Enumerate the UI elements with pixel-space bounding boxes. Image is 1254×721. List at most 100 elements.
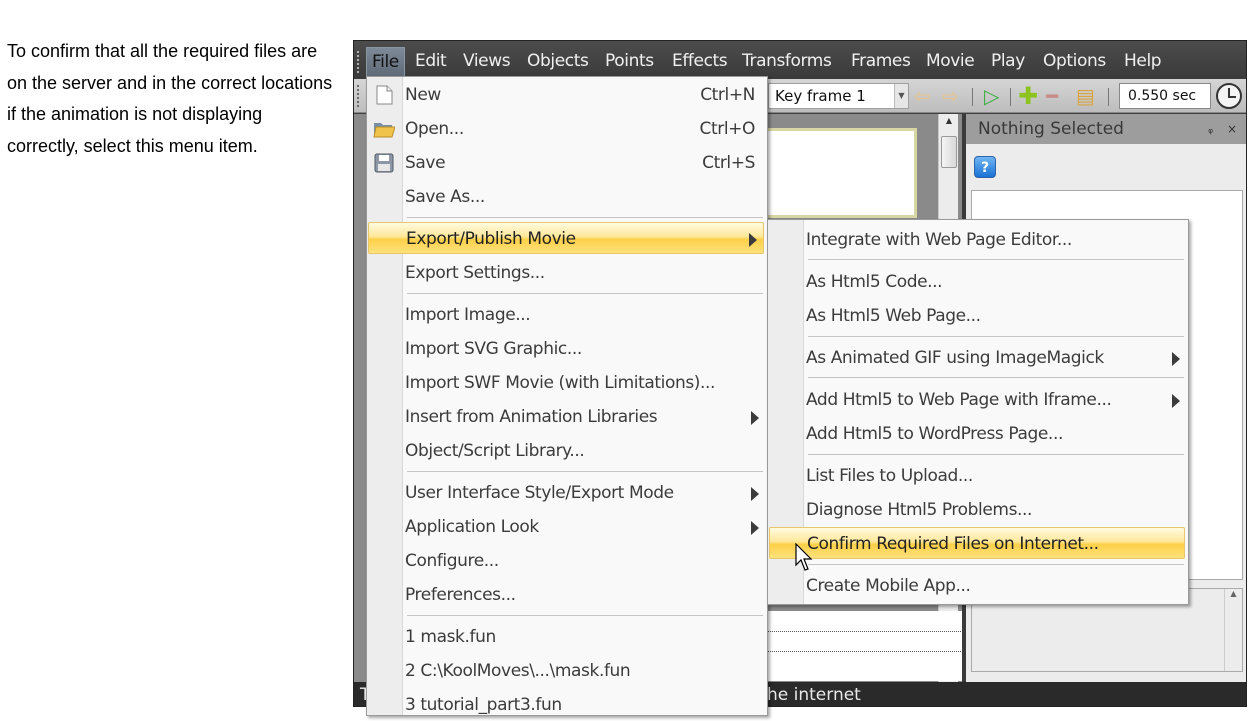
- menu-item-application-look[interactable]: Application Look: [369, 511, 765, 543]
- menu-item-preferences[interactable]: Preferences...: [369, 579, 765, 611]
- menu-objects[interactable]: Objects: [522, 47, 593, 77]
- menu-item-html5-web-page[interactable]: As Html5 Web Page...: [770, 300, 1186, 332]
- file-menu: New Ctrl+N Open... Ctrl+O Save Ctrl+S Sa…: [366, 76, 768, 716]
- menu-points[interactable]: Points: [600, 47, 659, 77]
- menu-item-label: Import SWF Movie (with Limitations)...: [405, 373, 716, 393]
- pin-close-icon[interactable]: ᵩ ×: [1208, 114, 1242, 144]
- menu-item-integrate-web-editor[interactable]: Integrate with Web Page Editor...: [770, 224, 1186, 256]
- menu-item-configure[interactable]: Configure...: [369, 545, 765, 577]
- menu-item-list-files-upload[interactable]: List Files to Upload...: [770, 460, 1186, 492]
- menu-frames[interactable]: Frames: [846, 47, 915, 77]
- prev-keyframe-icon[interactable]: ⇦: [914, 85, 931, 107]
- menu-item-html5-wordpress[interactable]: Add Html5 to WordPress Page...: [770, 418, 1186, 450]
- menubar-grip[interactable]: [357, 51, 361, 73]
- menu-item-import-swf[interactable]: Import SWF Movie (with Limitations)...: [369, 367, 765, 399]
- menu-item-create-mobile-app[interactable]: Create Mobile App...: [770, 570, 1186, 602]
- submenu-arrow-icon: [751, 521, 759, 535]
- add-keyframe-icon[interactable]: ✚: [1018, 84, 1038, 108]
- menu-item-label: Confirm Required Files on Internet...: [807, 534, 1099, 554]
- menu-item-recent-1[interactable]: 1 mask.fun: [369, 621, 765, 653]
- toolbar-grip[interactable]: [357, 85, 361, 107]
- stage-canvas[interactable]: [759, 128, 917, 218]
- submenu-arrow-icon: [749, 233, 757, 247]
- menu-item-label: User Interface Style/Export Mode: [405, 483, 674, 503]
- menu-play[interactable]: Play: [986, 47, 1030, 77]
- menu-item-html5-code[interactable]: As Html5 Code...: [770, 266, 1186, 298]
- clock-icon[interactable]: [1216, 83, 1242, 109]
- submenu-arrow-icon: [751, 411, 759, 425]
- menu-movie[interactable]: Movie: [921, 47, 979, 77]
- menu-file[interactable]: File: [366, 47, 405, 77]
- play-icon[interactable]: ▷: [984, 85, 999, 107]
- timeline[interactable]: [767, 611, 963, 681]
- menu-item-export-publish-movie[interactable]: Export/Publish Movie: [368, 222, 764, 254]
- menu-edit[interactable]: Edit: [410, 47, 451, 77]
- menu-item-recent-3[interactable]: 3 tutorial_part3.fun: [369, 689, 765, 721]
- next-keyframe-icon[interactable]: ⇨: [942, 85, 959, 107]
- menu-separator: [808, 259, 1184, 260]
- remove-keyframe-icon[interactable]: ━: [1046, 85, 1058, 107]
- menu-item-insert-animation-libraries[interactable]: Insert from Animation Libraries: [369, 401, 765, 433]
- menu-item-object-script-library[interactable]: Object/Script Library...: [369, 435, 765, 467]
- menu-item-diagnose-html5[interactable]: Diagnose Html5 Problems...: [770, 494, 1186, 526]
- menu-item-label: Diagnose Html5 Problems...: [806, 500, 1033, 520]
- menu-item-label: Application Look: [405, 517, 539, 537]
- menu-item-animated-gif[interactable]: As Animated GIF using ImageMagick: [770, 342, 1186, 374]
- menu-item-ui-style-export-mode[interactable]: User Interface Style/Export Mode: [369, 477, 765, 509]
- menu-separator: [808, 377, 1184, 378]
- toolbar-separator: [1108, 88, 1109, 106]
- menu-separator: [407, 293, 763, 294]
- menu-item-save-as[interactable]: Save As...: [369, 181, 765, 213]
- menu-item-shortcut: Ctrl+N: [700, 85, 755, 105]
- menu-item-export-settings[interactable]: Export Settings...: [369, 257, 765, 289]
- menu-item-open[interactable]: Open... Ctrl+O: [369, 113, 765, 145]
- timeline-track: [767, 651, 963, 652]
- frames-icon[interactable]: ▤: [1076, 85, 1095, 107]
- timeline-track: [767, 631, 963, 632]
- menu-item-label: 3 tutorial_part3.fun: [405, 695, 562, 715]
- export-publish-submenu: Integrate with Web Page Editor... As Htm…: [767, 219, 1189, 605]
- menu-item-recent-2[interactable]: 2 C:\KoolMoves\...\mask.fun: [369, 655, 765, 687]
- menu-item-save[interactable]: Save Ctrl+S: [369, 147, 765, 179]
- toolbar-separator: [972, 88, 973, 106]
- menu-separator: [808, 454, 1184, 455]
- new-document-icon: [376, 85, 393, 105]
- menu-item-label: Object/Script Library...: [405, 441, 585, 461]
- time-field[interactable]: 0.550 sec: [1119, 83, 1211, 109]
- menu-effects[interactable]: Effects: [667, 47, 732, 77]
- menu-separator: [407, 217, 763, 218]
- status-text: he internet: [767, 685, 861, 705]
- menu-separator: [407, 615, 763, 616]
- keyframe-select[interactable]: Key frame 1 ▼: [768, 83, 909, 109]
- menu-item-label: Export Settings...: [405, 263, 545, 283]
- help-icon[interactable]: ?: [974, 156, 996, 178]
- menu-separator: [407, 471, 763, 472]
- menu-item-new[interactable]: New Ctrl+N: [369, 79, 765, 111]
- menu-item-import-svg[interactable]: Import SVG Graphic...: [369, 333, 765, 365]
- menu-help[interactable]: Help: [1119, 47, 1166, 77]
- menu-item-label: Open...: [405, 119, 464, 139]
- menubar: File Edit Views Objects Points Effects T…: [354, 41, 1246, 79]
- menu-item-label: New: [405, 85, 441, 105]
- menu-views[interactable]: Views: [458, 47, 515, 77]
- menu-separator: [808, 564, 1184, 565]
- menu-item-label: As Animated GIF using ImageMagick: [806, 348, 1104, 368]
- menu-item-label: 2 C:\KoolMoves\...\mask.fun: [405, 661, 631, 681]
- scrollbar-thumb[interactable]: [941, 136, 957, 168]
- menu-transforms[interactable]: Transforms: [737, 47, 836, 77]
- menu-item-label: List Files to Upload...: [806, 466, 973, 486]
- menu-item-html5-iframe[interactable]: Add Html5 to Web Page with Iframe...: [770, 384, 1186, 416]
- chevron-down-icon[interactable]: ▼: [894, 84, 908, 108]
- menu-item-label: 1 mask.fun: [405, 627, 496, 647]
- scroll-up-icon[interactable]: ▲: [939, 116, 959, 125]
- keyframe-select-value: Key frame 1: [775, 87, 866, 105]
- menu-item-import-image[interactable]: Import Image...: [369, 299, 765, 331]
- menu-separator: [808, 336, 1184, 337]
- notes-scrollbar[interactable]: ▲: [1224, 589, 1242, 671]
- menu-item-label: Add Html5 to Web Page with Iframe...: [806, 390, 1112, 410]
- menu-options[interactable]: Options: [1038, 47, 1111, 77]
- panel-title-text: Nothing Selected: [978, 119, 1124, 139]
- menu-item-confirm-required-files[interactable]: Confirm Required Files on Internet...: [769, 527, 1185, 559]
- menu-item-label: As Html5 Web Page...: [806, 306, 981, 326]
- menu-item-label: As Html5 Code...: [806, 272, 943, 292]
